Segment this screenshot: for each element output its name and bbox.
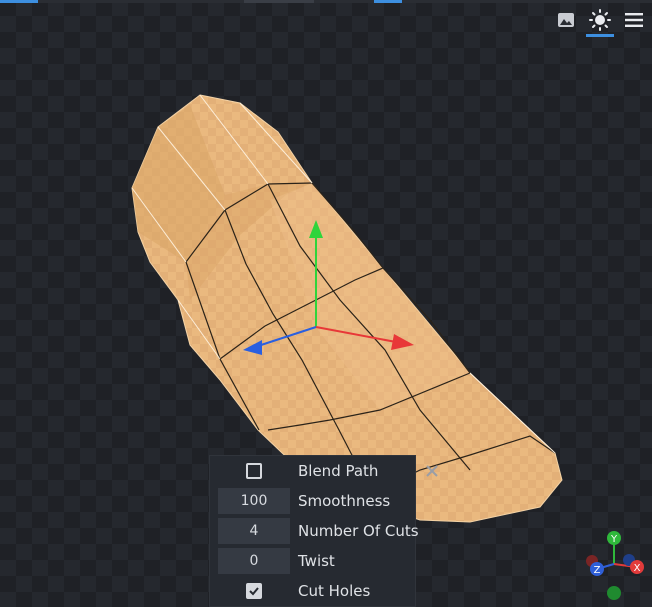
smoothness-input[interactable]: 100 [218, 488, 290, 514]
menu-icon[interactable] [620, 6, 648, 34]
sun-icon[interactable] [586, 6, 614, 37]
smoothness-row: 100 Smoothness [218, 488, 390, 514]
twist-row: 0 Twist [218, 548, 335, 574]
gizmo-neg-y[interactable] [607, 586, 621, 600]
3d-viewport[interactable]: Blend Path 100 Smoothness 4 Number Of Cu… [0, 0, 652, 607]
twist-input[interactable]: 0 [218, 548, 290, 574]
viewport-toolbar [552, 6, 648, 37]
number-of-cuts-input[interactable]: 4 [218, 518, 290, 544]
blend-path-label: Blend Path [298, 462, 379, 480]
gizmo-y-label: Y [610, 534, 618, 545]
number-of-cuts-row: 4 Number Of Cuts [218, 518, 419, 544]
cut-holes-checkbox[interactable] [246, 583, 262, 599]
number-of-cuts-label: Number Of Cuts [298, 522, 419, 540]
close-icon[interactable] [421, 460, 443, 482]
blend-path-row[interactable]: Blend Path [218, 458, 378, 484]
sweep-settings-panel: Blend Path 100 Smoothness 4 Number Of Cu… [209, 455, 419, 607]
gizmo-x-label: X [634, 563, 641, 574]
twist-label: Twist [298, 552, 335, 570]
gizmo-z-label: Z [594, 565, 601, 576]
orientation-gizmo[interactable]: Y X Z [580, 530, 646, 600]
cut-holes-label: Cut Holes [298, 582, 371, 600]
smoothness-label: Smoothness [298, 492, 391, 510]
blend-path-checkbox[interactable] [246, 463, 262, 479]
checkmark-icon [249, 587, 259, 596]
image-icon[interactable] [552, 6, 580, 34]
cut-holes-row[interactable]: Cut Holes [218, 578, 370, 604]
